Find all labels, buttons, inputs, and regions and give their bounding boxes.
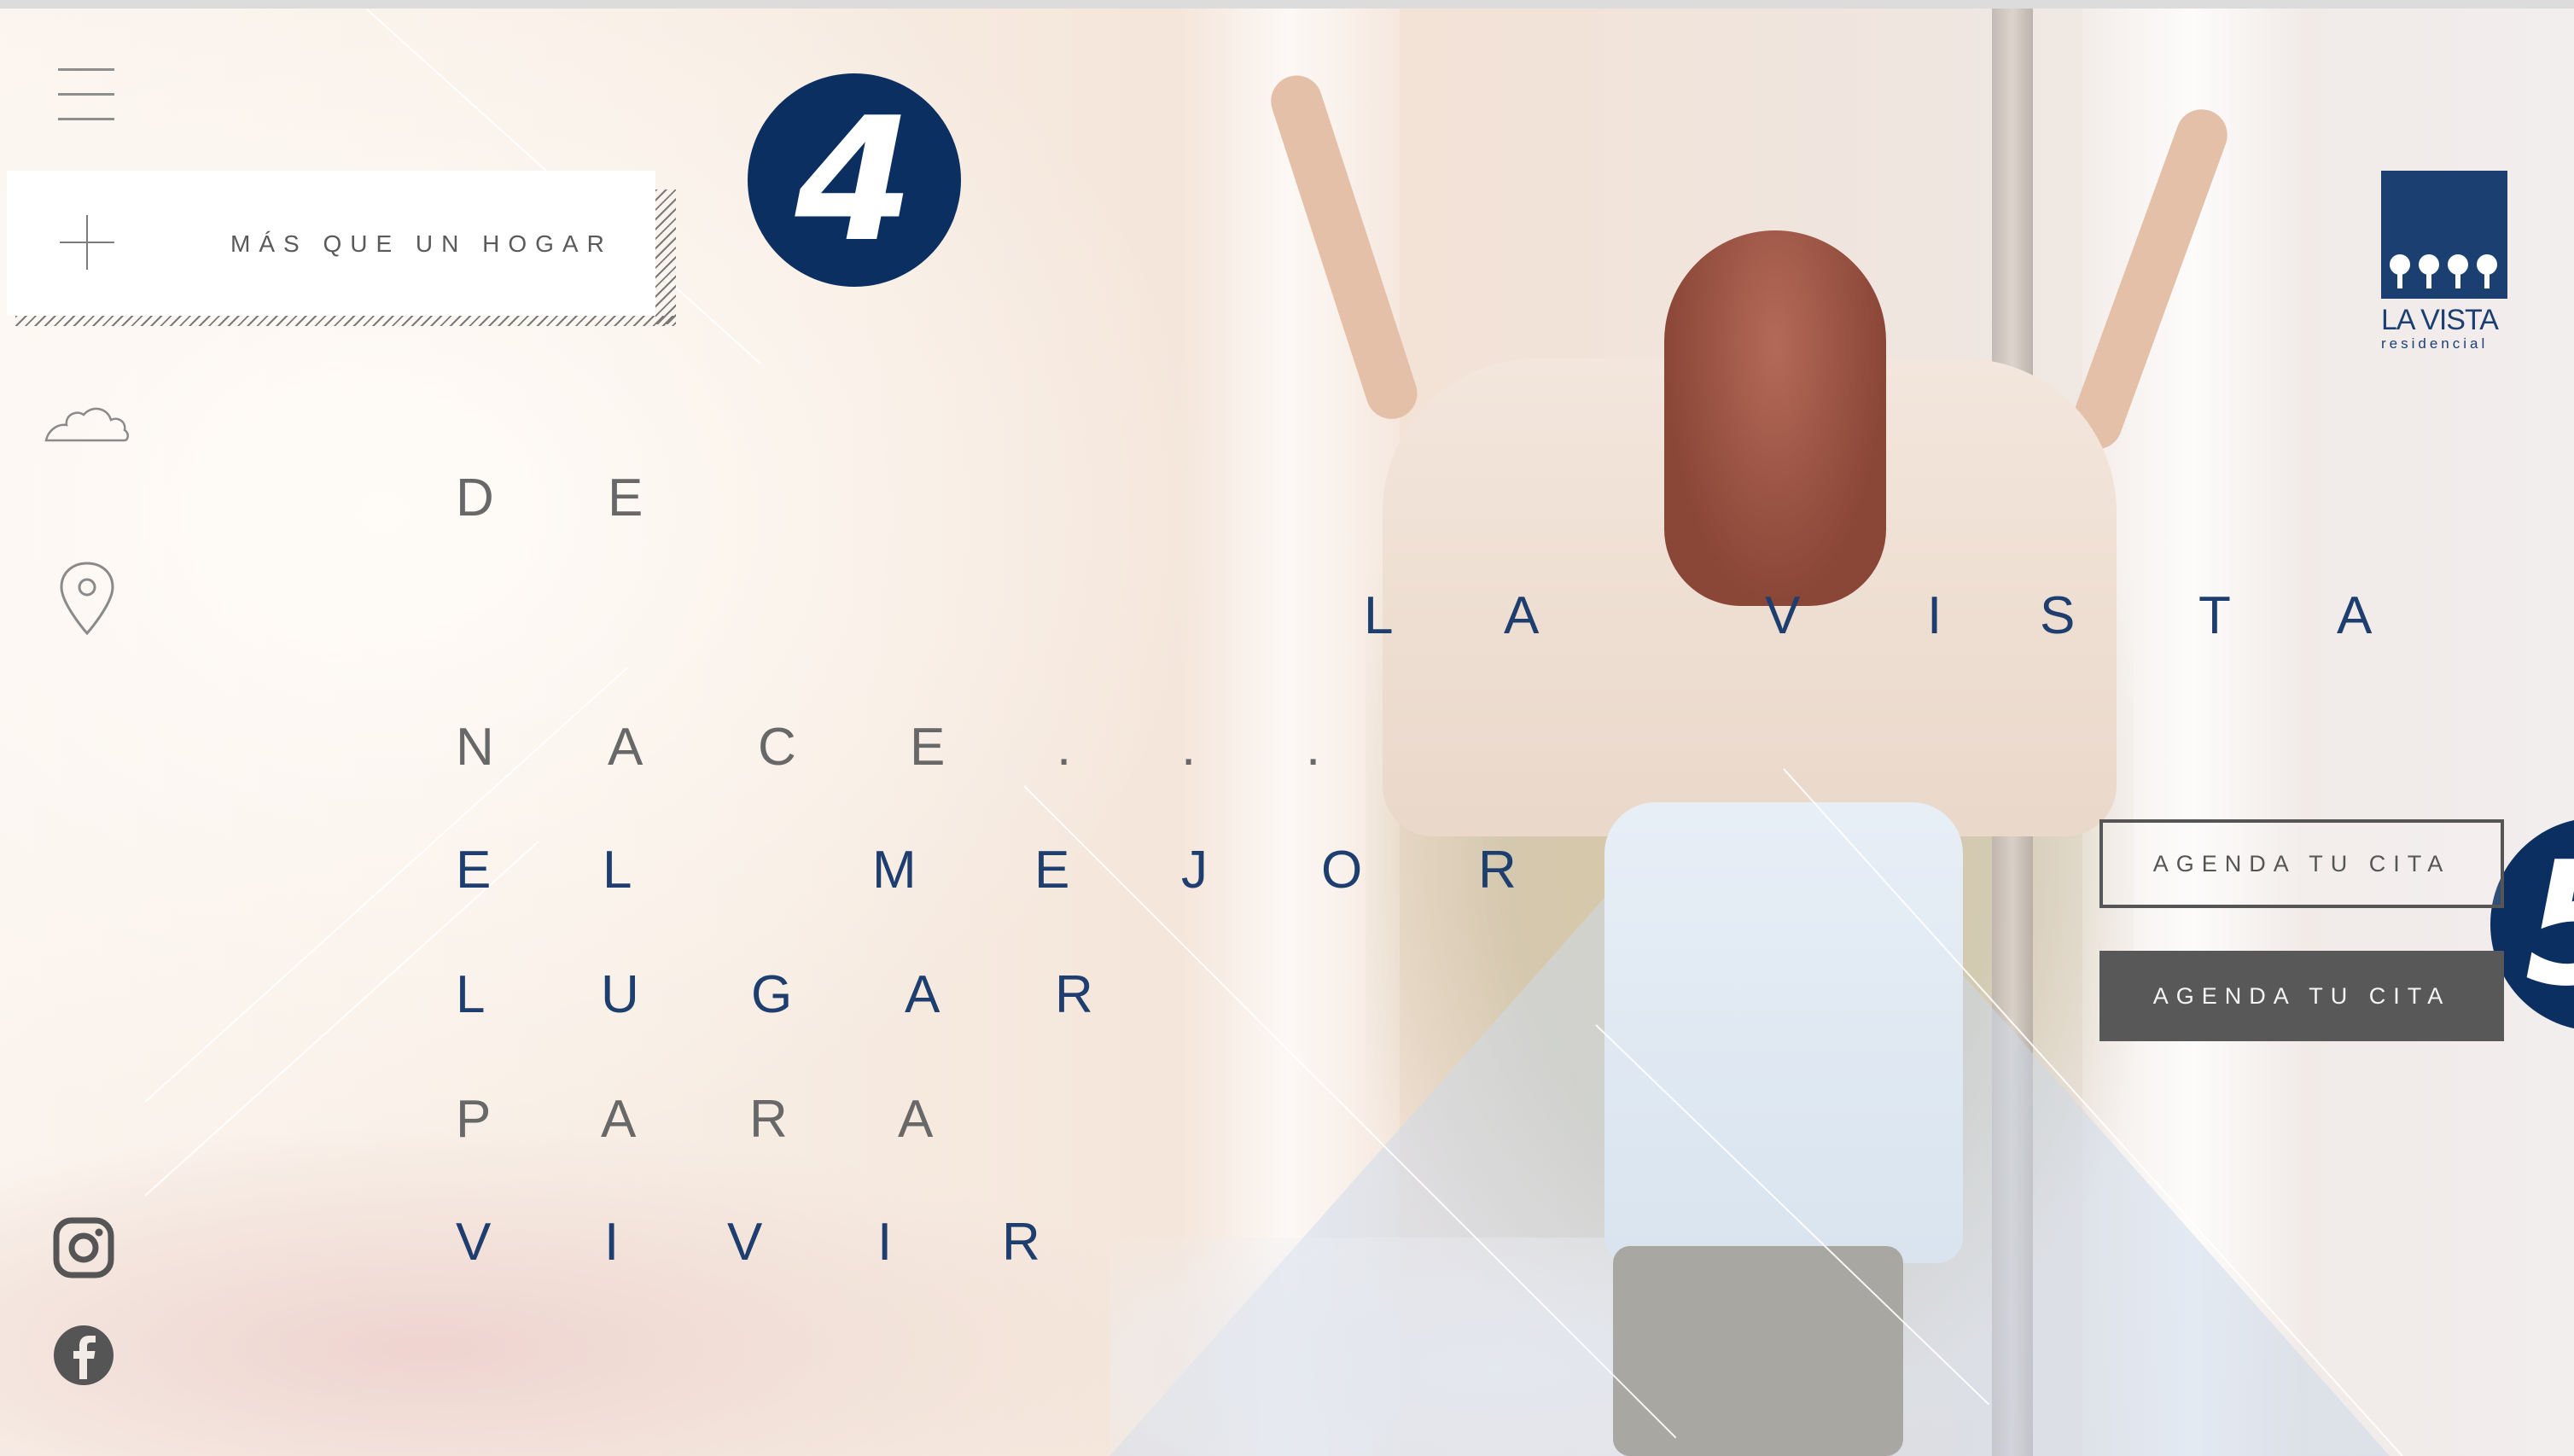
headline-letter: D bbox=[456, 469, 494, 527]
headline-letter: G bbox=[751, 965, 793, 1024]
headline-letter: A bbox=[905, 965, 940, 1024]
plus-icon[interactable] bbox=[60, 215, 114, 270]
headline-letter: R bbox=[1055, 965, 1093, 1024]
headline-letter: L bbox=[456, 965, 486, 1024]
headline-letter: A bbox=[1504, 586, 1540, 645]
headline-letter: I bbox=[604, 1213, 620, 1272]
headline-letter: V bbox=[727, 1213, 763, 1272]
headline-letter: P bbox=[456, 1090, 492, 1149]
headline-letter: A bbox=[608, 718, 644, 777]
logo-mark bbox=[2381, 171, 2507, 299]
panel-hatch-bottom bbox=[15, 316, 676, 326]
woman-robe-lower bbox=[1604, 802, 1963, 1263]
headline-letter: E bbox=[608, 469, 644, 527]
headline-letter: S bbox=[2040, 586, 2076, 645]
headline-letter: T bbox=[2198, 586, 2231, 645]
headline-letter: V bbox=[456, 1213, 492, 1272]
headline-letter: O bbox=[1321, 841, 1363, 900]
headline-letter: L bbox=[603, 841, 632, 900]
tagline-text: MÁS QUE UN HOGAR bbox=[230, 230, 613, 257]
instagram-icon[interactable] bbox=[51, 1215, 116, 1280]
headline-letter: I bbox=[877, 1213, 893, 1272]
headline-letter: E bbox=[456, 841, 492, 900]
headline-letter: C bbox=[758, 718, 796, 777]
woman-hair bbox=[1664, 230, 1886, 606]
woman-pants bbox=[1613, 1246, 1903, 1456]
headline-letter: . bbox=[1181, 718, 1197, 777]
headline-letter: R bbox=[1478, 841, 1517, 900]
headline-letter: M bbox=[872, 841, 917, 900]
headline-letter: E bbox=[1034, 841, 1070, 900]
headline-letter: R bbox=[749, 1090, 788, 1149]
la-vista-logo[interactable]: LA VISTA residencial bbox=[2381, 171, 2507, 352]
step-badge-4: 4 bbox=[748, 73, 961, 287]
facebook-icon[interactable] bbox=[51, 1323, 116, 1388]
headline-letter: . bbox=[1306, 718, 1321, 777]
headline-letter: . bbox=[1057, 718, 1072, 777]
headline-letter: N bbox=[456, 718, 494, 777]
headline-letter: V bbox=[1765, 586, 1801, 645]
logo-subtitle: residencial bbox=[2381, 335, 2489, 352]
landing-page: MÁS QUE UN HOGAR 4 5 bbox=[0, 0, 2574, 1456]
headline-letter: J bbox=[1181, 841, 1208, 900]
agenda-tu-cita-solid-button[interactable]: AGENDA TU CITA bbox=[2099, 951, 2504, 1041]
headline-letter: I bbox=[1927, 586, 1942, 645]
cloud-icon[interactable] bbox=[39, 391, 133, 451]
logo-name: LA VISTA bbox=[2381, 304, 2499, 336]
headline-letter: A bbox=[2337, 586, 2373, 645]
trees-icon bbox=[2390, 254, 2497, 288]
headline-letter: A bbox=[898, 1090, 934, 1149]
headline-letter: A bbox=[601, 1090, 637, 1149]
headline-letter: R bbox=[1002, 1213, 1040, 1272]
panel-hatch-right bbox=[655, 189, 676, 324]
agenda-tu-cita-outline-button[interactable]: AGENDA TU CITA bbox=[2099, 819, 2504, 908]
headline-letter: E bbox=[910, 718, 946, 777]
headline-letter: L bbox=[1364, 586, 1394, 645]
top-border bbox=[0, 0, 2574, 9]
headline-letter: U bbox=[601, 965, 639, 1024]
location-pin-icon[interactable] bbox=[56, 560, 118, 637]
menu-icon[interactable] bbox=[58, 68, 114, 121]
